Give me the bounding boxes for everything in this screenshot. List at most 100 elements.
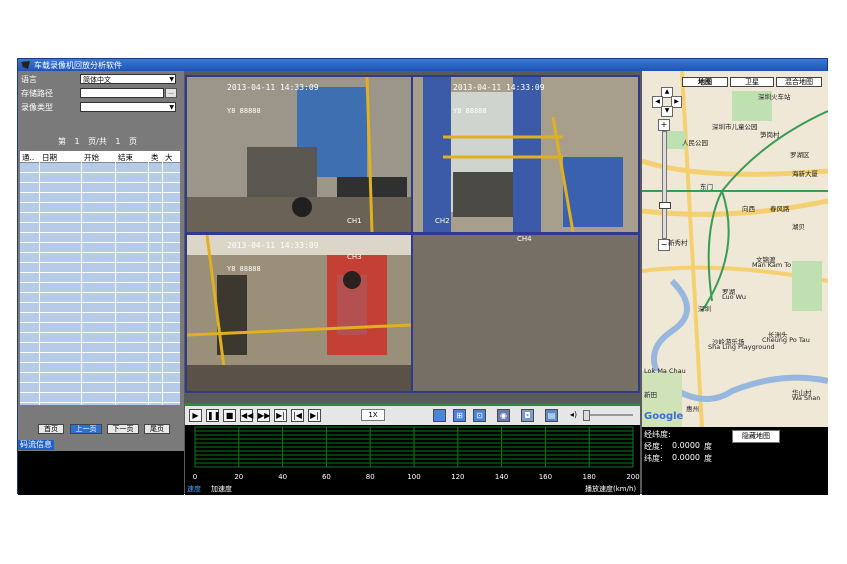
graph-x-tick: 200	[626, 473, 639, 481]
last-page-button[interactable]: 尾页	[144, 424, 170, 434]
camera-view-ch4[interactable]: CH4	[413, 235, 638, 391]
column-header-type[interactable]: 类	[151, 152, 159, 163]
table-row[interactable]	[20, 193, 180, 203]
capture-icon[interactable]: ◉	[497, 409, 510, 422]
graph-x-tick: 160	[539, 473, 552, 481]
cam4-label: CH4	[517, 235, 532, 243]
column-header-end[interactable]: 结束	[118, 152, 133, 163]
map-label: 海新大厦	[792, 170, 818, 178]
table-row[interactable]	[20, 283, 180, 293]
graph-x-tick: 180	[583, 473, 596, 481]
column-header-date[interactable]: 日期	[42, 152, 57, 163]
volume-icon[interactable]: ◂)	[567, 409, 580, 422]
camera-view-ch2[interactable]: 2013-04-11 14:33:09 Y8 88888 CH2	[413, 77, 638, 232]
longitude-unit: 度	[704, 442, 712, 451]
zoom-slider-handle[interactable]	[659, 202, 671, 209]
record-table[interactable]: 通.. 日期 开始 结束 类 大	[20, 151, 180, 405]
table-row[interactable]	[20, 383, 180, 393]
quad-view-icon[interactable]: ⊞	[453, 409, 466, 422]
first-page-button[interactable]: 首页	[38, 424, 64, 434]
table-row[interactable]	[20, 203, 180, 213]
column-header-channel[interactable]: 通..	[22, 152, 34, 163]
table-row[interactable]	[20, 273, 180, 283]
language-select[interactable]: 简体中文 ▼	[80, 74, 176, 84]
cam3-id: Y8 88888	[227, 265, 261, 273]
fast-forward-icon[interactable]: ▶▶	[257, 409, 270, 422]
video-grid: 2013-04-11 14:33:09 Y8 88888 CH1 2013-04…	[185, 75, 640, 393]
table-row[interactable]	[20, 263, 180, 273]
skip-end-icon[interactable]: ▶|	[308, 409, 321, 422]
map-pan-control[interactable]: ▲ ◀ ▶ ▼	[652, 87, 682, 117]
table-row[interactable]	[20, 303, 180, 313]
longitude-label: 经度:	[644, 442, 663, 451]
graph-x-tick: 40	[278, 473, 287, 481]
pan-down-icon[interactable]: ▼	[661, 106, 673, 117]
table-row[interactable]	[20, 233, 180, 243]
browse-button[interactable]: ...	[165, 88, 177, 98]
map-label: Wa Shan	[792, 394, 821, 402]
table-row[interactable]	[20, 243, 180, 253]
camera-view-ch3[interactable]: 2013-04-11 14:33:09 Y8 88888 CH3	[187, 235, 411, 391]
map-label: 向西	[742, 205, 755, 213]
skip-start-icon[interactable]: |◀	[291, 409, 304, 422]
volume-slider[interactable]	[583, 410, 633, 421]
table-row[interactable]	[20, 173, 180, 183]
prev-page-button[interactable]: 上一页	[70, 424, 102, 434]
zoom-slider[interactable]	[659, 131, 671, 239]
table-row[interactable]	[20, 323, 180, 333]
graph-x-tick: 60	[322, 473, 331, 481]
legend-speed: 速度	[187, 484, 201, 493]
cam3-timestamp: 2013-04-11 14:33:09	[227, 241, 319, 250]
table-row[interactable]	[20, 343, 180, 353]
fullscreen-icon[interactable]: ⊡	[473, 409, 486, 422]
window-title: 车载录像机回放分析软件	[34, 61, 122, 70]
storage-path-input[interactable]	[80, 88, 164, 98]
table-row[interactable]	[20, 213, 180, 223]
speed-graph: 0 20 40 60 80 100 120 140 160 180 200 速度 加速度 播放速度(km/…	[185, 425, 640, 495]
page-info: 第 1 页/共 1 页	[58, 137, 138, 146]
table-row[interactable]	[20, 223, 180, 233]
cam1-scene	[187, 77, 411, 232]
stop-icon[interactable]: ■	[223, 409, 236, 422]
cam1-id: Y8 88888	[227, 107, 261, 115]
next-page-button[interactable]: 下一页	[107, 424, 139, 434]
column-header-start[interactable]: 开始	[84, 152, 99, 163]
graph-x-tick: 80	[366, 473, 375, 481]
column-header-size[interactable]: 大	[165, 152, 173, 163]
table-row[interactable]	[20, 313, 180, 323]
table-row[interactable]	[20, 353, 180, 363]
export-icon[interactable]: ▤	[545, 409, 558, 422]
pause-icon[interactable]: ❚❚	[206, 409, 220, 422]
map-label: 深圳市儿童公园	[712, 123, 758, 131]
message-area	[18, 451, 184, 495]
table-row[interactable]	[20, 183, 180, 193]
camera-view-ch1[interactable]: 2013-04-11 14:33:09 Y8 88888 CH1	[187, 77, 411, 232]
rewind-icon[interactable]: ◀◀	[240, 409, 253, 422]
step-forward-icon[interactable]: ▶|	[274, 409, 287, 422]
table-row[interactable]	[20, 163, 180, 173]
table-row[interactable]	[20, 293, 180, 303]
map-tab-hybrid[interactable]: 混合地图	[776, 77, 822, 87]
single-view-icon[interactable]	[433, 409, 446, 422]
camera-icon[interactable]: ◘	[521, 409, 534, 422]
map-label: 新秀村	[668, 239, 688, 247]
record-type-label: 录像类型	[21, 103, 53, 112]
zoom-in-icon[interactable]: +	[658, 119, 670, 131]
map-tab-satellite[interactable]: 卫星	[730, 77, 774, 87]
map-panel[interactable]: 地图 卫星 混合地图 ▲ ◀ ▶ ▼ + − 深圳火车站 深圳市儿童公园 人民公…	[642, 71, 828, 427]
map-label: 深圳	[698, 305, 711, 313]
table-row[interactable]	[20, 253, 180, 263]
map-tab-map[interactable]: 地图	[682, 77, 728, 87]
map-label: 深圳火车站	[758, 93, 791, 101]
record-type-select[interactable]: ▼	[80, 102, 176, 112]
table-row[interactable]	[20, 363, 180, 373]
hide-map-button[interactable]: 隐藏地图	[732, 430, 780, 443]
volume-slider-handle[interactable]	[583, 410, 590, 421]
message-label: 码流信息	[18, 440, 54, 450]
map-label: Lok Ma Chau	[644, 367, 686, 375]
play-icon[interactable]: ▶	[189, 409, 202, 422]
table-row[interactable]	[20, 333, 180, 343]
table-row[interactable]	[20, 373, 180, 383]
table-row[interactable]	[20, 393, 180, 403]
cam1-label: CH1	[347, 217, 362, 225]
